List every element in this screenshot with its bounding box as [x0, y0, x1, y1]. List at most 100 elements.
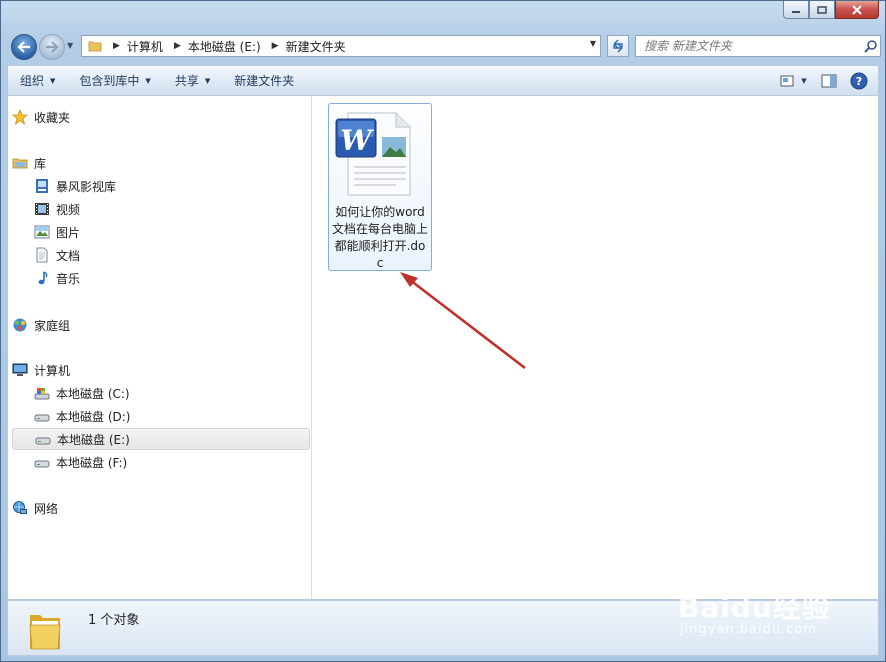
nav-drive-e-label: 本地磁盘 (E:): [57, 432, 130, 447]
item-count: 1 个对象: [88, 613, 140, 628]
media-library-icon: [34, 178, 50, 194]
file-list: W 如何让你的word文档在每台电脑上都能顺利打开.doc: [313, 96, 878, 599]
word-doc-icon: W: [335, 112, 411, 196]
minimize-icon: [792, 10, 800, 13]
explorer-window: ▼ ▶ 计算机 ▶ 本地磁盘 (E:) ▶ 新建文件夹 ▼ 组织 ▼ 包含到库中 ▼: [0, 0, 886, 662]
nav-libraries[interactable]: 库: [12, 152, 310, 174]
picture-icon: [34, 224, 50, 240]
nav-lib-storm-label: 暴风影视库: [56, 179, 117, 194]
forward-button[interactable]: [39, 34, 65, 60]
homegroup-icon: [12, 317, 28, 333]
nav-lib-pictures-label: 图片: [56, 225, 81, 240]
nav-drive-f-label: 本地磁盘 (F:): [56, 455, 128, 470]
nav-drive-d[interactable]: 本地磁盘 (D:): [34, 405, 310, 427]
maximize-button[interactable]: [809, 1, 835, 19]
computer-icon: [12, 362, 28, 378]
folder-icon: [88, 41, 102, 52]
nav-homegroup[interactable]: 家庭组: [12, 314, 310, 336]
preview-pane-button[interactable]: [818, 70, 840, 92]
nav-network[interactable]: 网络: [12, 497, 310, 519]
forward-arrow-icon: [46, 41, 59, 53]
refresh-button[interactable]: [607, 35, 629, 57]
address-bar[interactable]: ▶ 计算机 ▶ 本地磁盘 (E:) ▶ 新建文件夹 ▼: [81, 35, 601, 57]
include-in-library-button[interactable]: 包含到库中 ▼: [67, 69, 162, 93]
new-folder-button[interactable]: 新建文件夹: [222, 69, 306, 93]
nav-drive-c[interactable]: 本地磁盘 (C:): [34, 382, 310, 404]
refresh-icon: [613, 39, 623, 53]
change-view-button[interactable]: [776, 70, 798, 92]
watermark-url: jingyan.baidu.com: [680, 622, 817, 637]
main-body: 收藏夹 库 暴风影视库 视频 图片 文档 音乐 家庭组 计算机 本地磁盘 (C:…: [7, 96, 879, 600]
folder-icon: [29, 615, 61, 650]
file-name: 如何让你的word文档在每台电脑上都能顺利打开.doc: [332, 205, 429, 270]
chevron-down-icon: ▼: [204, 76, 211, 85]
nav-drive-f[interactable]: 本地磁盘 (F:): [34, 451, 310, 473]
close-icon: [852, 4, 862, 15]
breadcrumb-separator[interactable]: ▶: [272, 41, 279, 51]
nav-computer-label: 计算机: [34, 363, 71, 378]
breadcrumb-computer[interactable]: 计算机: [127, 38, 163, 55]
nav-lib-documents-label: 文档: [56, 248, 81, 263]
search-box[interactable]: [635, 35, 881, 57]
view-controls: ▼ ?: [768, 70, 870, 92]
svg-text:?: ?: [856, 75, 862, 88]
breadcrumb-drive-e[interactable]: 本地磁盘 (E:): [188, 38, 261, 55]
back-button[interactable]: [11, 34, 37, 60]
address-history-dropdown[interactable]: ▼: [590, 39, 596, 48]
view-icon: [780, 75, 794, 87]
nav-homegroup-label: 家庭组: [34, 318, 71, 333]
minimize-button[interactable]: [783, 1, 809, 19]
hard-drive-icon: [34, 454, 50, 470]
breadcrumb-new-folder[interactable]: 新建文件夹: [286, 38, 346, 55]
document-icon: [34, 247, 50, 263]
share-label: 共享: [174, 74, 199, 88]
share-button[interactable]: 共享 ▼: [163, 69, 222, 93]
star-icon: [12, 109, 28, 125]
breadcrumb-separator[interactable]: ▶: [113, 41, 120, 51]
view-options-dropdown[interactable]: ▼: [798, 70, 810, 92]
nav-libraries-label: 库: [34, 156, 47, 171]
nav-lib-pictures[interactable]: 图片: [34, 221, 310, 243]
nav-network-label: 网络: [34, 501, 59, 516]
nav-lib-documents[interactable]: 文档: [34, 244, 310, 266]
file-item[interactable]: W 如何让你的word文档在每台电脑上都能顺利打开.doc: [328, 103, 432, 271]
system-drive-icon: [34, 385, 50, 401]
nav-computer[interactable]: 计算机: [12, 359, 310, 381]
caption-buttons: [783, 1, 879, 19]
breadcrumb-separator[interactable]: ▶: [174, 41, 181, 51]
nav-lib-videos-label: 视频: [56, 202, 81, 217]
nav-drive-e[interactable]: 本地磁盘 (E:): [12, 428, 310, 450]
hard-drive-icon: [35, 431, 51, 447]
hard-drive-icon: [34, 408, 50, 424]
watermark-brand: Baidu经验: [678, 591, 831, 624]
help-icon: ?: [850, 72, 868, 90]
svg-text:W: W: [340, 124, 374, 157]
film-icon: [34, 201, 50, 217]
recent-pages-dropdown[interactable]: ▼: [67, 41, 73, 50]
back-arrow-icon: [17, 41, 30, 53]
chevron-down-icon: ▼: [801, 77, 807, 85]
nav-lib-music-label: 音乐: [56, 271, 81, 286]
navigation-pane: 收藏夹 库 暴风影视库 视频 图片 文档 音乐 家庭组 计算机 本地磁盘 (C:…: [8, 96, 312, 599]
organize-button[interactable]: 组织 ▼: [8, 69, 67, 93]
nav-favorites[interactable]: 收藏夹: [12, 106, 310, 128]
chevron-down-icon: ▼: [145, 76, 151, 85]
nav-lib-music[interactable]: 音乐: [34, 267, 310, 289]
organize-label: 组织: [20, 74, 45, 88]
preview-pane-icon: [821, 74, 837, 88]
nav-lib-videos[interactable]: 视频: [34, 198, 310, 220]
nav-drive-c-label: 本地磁盘 (C:): [56, 386, 130, 401]
maximize-icon: [817, 5, 827, 14]
command-bar: 组织 ▼ 包含到库中 ▼ 共享 ▼ 新建文件夹 ▼ ?: [7, 65, 879, 96]
search-icon[interactable]: [862, 37, 880, 55]
nav-lib-storm[interactable]: 暴风影视库: [34, 175, 310, 197]
search-input[interactable]: [636, 38, 862, 54]
nav-favorites-label: 收藏夹: [34, 110, 71, 125]
music-note-icon: [34, 270, 50, 286]
nav-drive-d-label: 本地磁盘 (D:): [56, 409, 131, 424]
close-button[interactable]: [835, 1, 879, 19]
address-row: ▼ ▶ 计算机 ▶ 本地磁盘 (E:) ▶ 新建文件夹 ▼: [7, 31, 881, 61]
library-icon: [12, 155, 28, 171]
help-button[interactable]: ?: [848, 70, 870, 92]
include-in-library-label: 包含到库中: [79, 74, 140, 88]
